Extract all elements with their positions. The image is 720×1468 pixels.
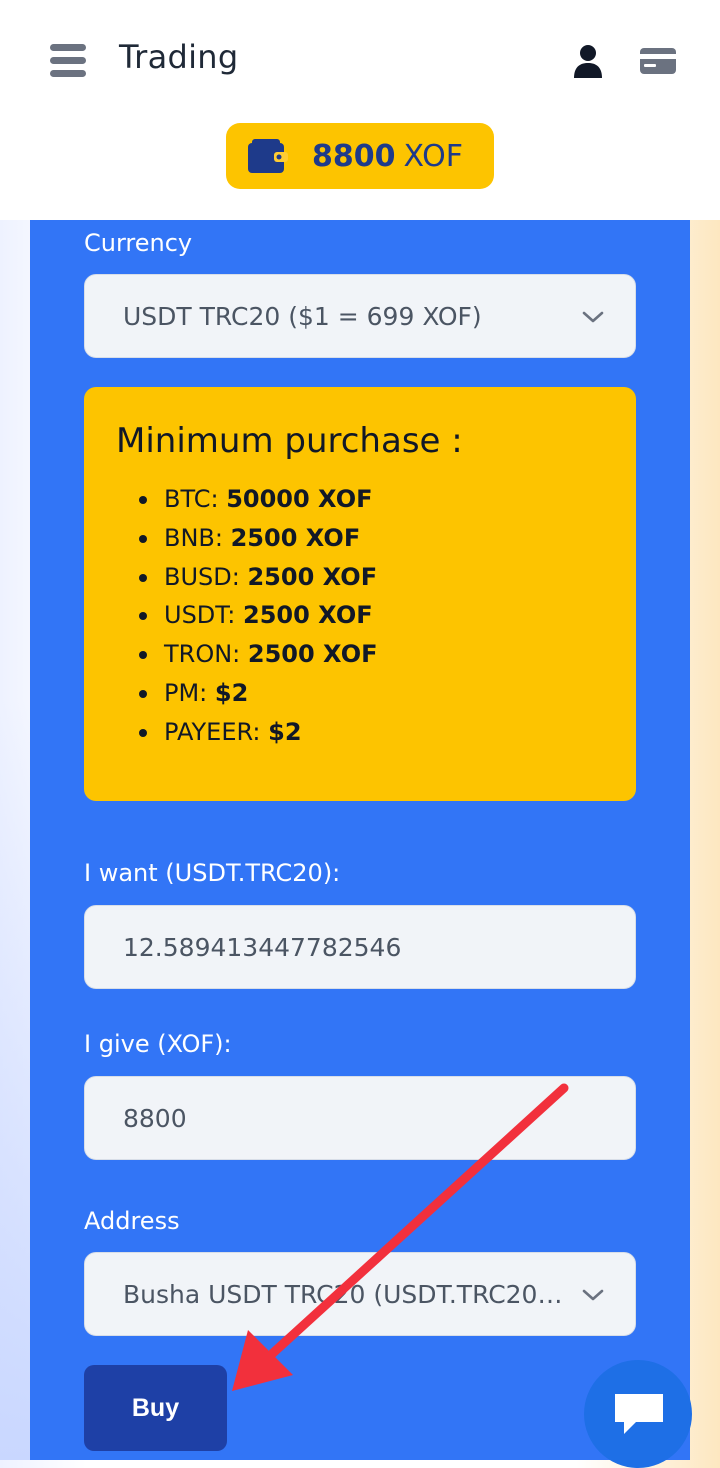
list-item: PAYEER: $2 (139, 713, 378, 752)
chat-button[interactable] (584, 1360, 692, 1468)
chat-icon (615, 1394, 663, 1434)
chevron-down-icon (582, 311, 604, 323)
currency-label: Currency (84, 229, 193, 257)
list-item: PM: $2 (139, 674, 378, 713)
list-item: BUSD: 2500 XOF (139, 558, 378, 597)
minimum-purchase-title: Minimum purchase : (116, 421, 463, 461)
top-header: Trading 8800 XOF (0, 0, 720, 220)
currency-select[interactable]: USDT TRC20 ($1 = 699 XOF) (84, 274, 636, 358)
minimum-purchase-box: Minimum purchase : BTC: 50000 XOF BNB: 2… (84, 387, 636, 801)
balance-text: 8800 XOF (312, 138, 464, 174)
list-item: USDT: 2500 XOF (139, 596, 378, 635)
give-label: I give (XOF): (84, 1030, 232, 1058)
list-item: BNB: 2500 XOF (139, 519, 378, 558)
chevron-down-icon (582, 1289, 604, 1301)
want-amount-input[interactable]: 12.589413447782546 (84, 905, 636, 989)
wallet-icon (248, 139, 288, 173)
wallet-balance[interactable]: 8800 XOF (226, 123, 494, 189)
give-amount-input[interactable]: 8800 (84, 1076, 636, 1160)
buy-button[interactable]: Buy (84, 1365, 227, 1451)
address-select[interactable]: Busha USDT TRC20 (USDT.TRC20 :... (84, 1252, 636, 1336)
list-item: TRON: 2500 XOF (139, 635, 378, 674)
address-label: Address (84, 1207, 180, 1235)
list-item: BTC: 50000 XOF (139, 480, 378, 519)
want-label: I want (USDT.TRC20): (84, 859, 341, 887)
user-icon[interactable] (572, 44, 604, 78)
page-title: Trading (119, 38, 239, 76)
credit-card-icon[interactable] (640, 48, 676, 74)
minimum-purchase-list: BTC: 50000 XOF BNB: 2500 XOF BUSD: 2500 … (139, 480, 378, 752)
menu-icon[interactable] (50, 44, 86, 78)
